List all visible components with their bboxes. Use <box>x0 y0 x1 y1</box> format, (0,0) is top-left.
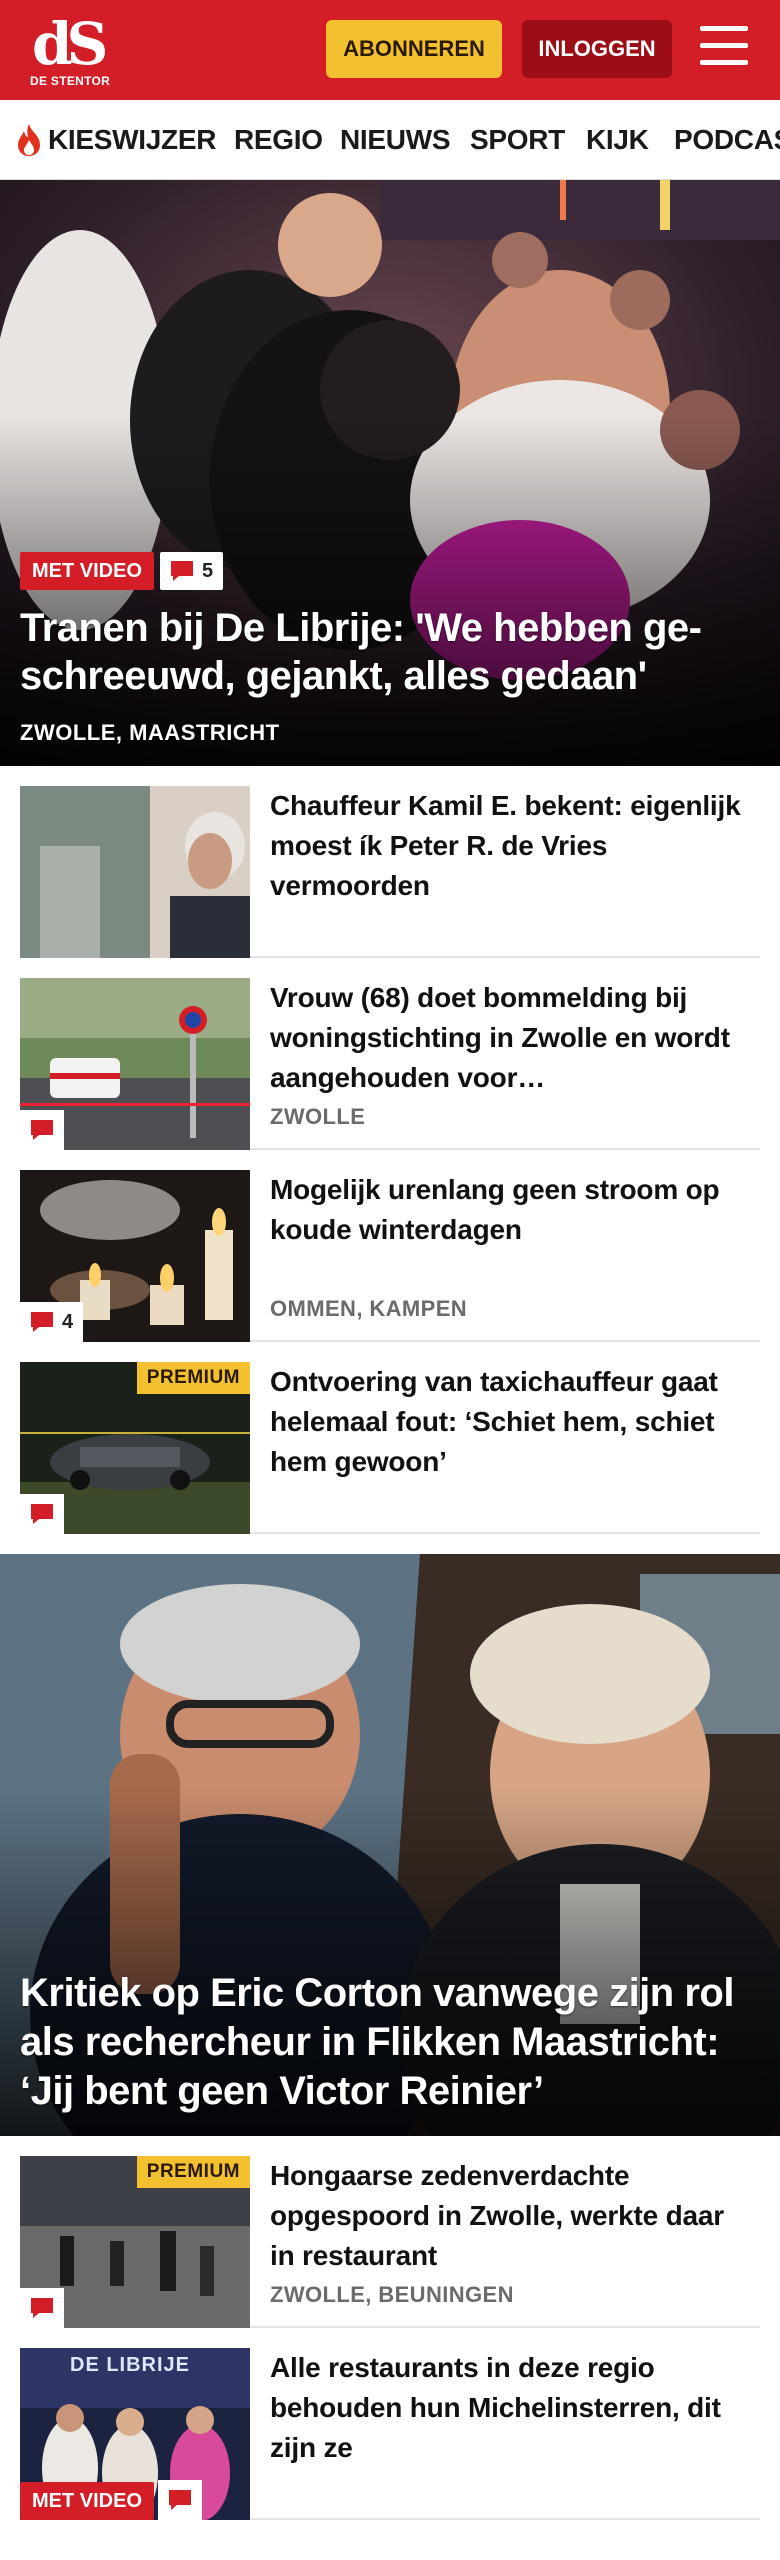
nav-item-kieswijzer[interactable]: KIESWIJZER <box>48 124 216 156</box>
comment-count: 4 <box>62 1310 74 1333</box>
thumb-caption: DE LIBRIJE <box>70 2354 191 2376</box>
article-thumbnail: PREMIUM <box>20 2156 250 2328</box>
comment-badge[interactable] <box>158 2480 202 2520</box>
hero-gradient <box>0 414 780 766</box>
list-item[interactable]: Chauffeur Kamil E. bekent: eigenlijk moe… <box>20 786 760 958</box>
premium-badge: PREMIUM <box>136 2156 250 2188</box>
comment-badge[interactable] <box>20 2288 64 2328</box>
hamburger-menu-icon[interactable] <box>700 26 752 72</box>
list-item[interactable]: PREMIUM Ontvoering van taxichauffeur gaa… <box>20 1362 760 1534</box>
article-thumbnail <box>20 786 250 958</box>
article-title[interactable]: Alle restaurants in deze regio behouden … <box>270 2348 750 2468</box>
flame-icon <box>18 124 40 156</box>
comment-badge[interactable] <box>20 1110 64 1150</box>
list-item[interactable]: DE LIBRIJE MET VIDEO Alle restaurants in… <box>20 2348 760 2520</box>
article-location: ZWOLLE, BEUNINGEN <box>270 2282 514 2307</box>
article-thumbnail: DE LIBRIJE MET VIDEO <box>20 2348 250 2520</box>
comment-count-badge[interactable]: 5 <box>160 552 224 590</box>
logo-subtitle: DE STENTOR <box>30 74 111 88</box>
subscribe-button[interactable]: ABONNEREN <box>326 20 502 78</box>
article-title[interactable]: Vrouw (68) doet bommelding bij woningsti… <box>270 978 750 1098</box>
nav-item-podcast[interactable]: PODCAST <box>674 124 780 156</box>
video-badge: MET VIDEO <box>20 2482 155 2520</box>
nav-item-regio[interactable]: REGIO <box>234 124 323 156</box>
comment-bubble-icon <box>30 1503 54 1525</box>
article-title[interactable]: Ontvoering van taxichauffeur gaat helema… <box>270 1362 750 1482</box>
comment-bubble-icon <box>30 1311 54 1333</box>
comment-bubble-icon <box>30 2297 54 2319</box>
article-thumbnail <box>20 978 250 1150</box>
comment-badge[interactable]: 4 <box>20 1302 84 1342</box>
premium-badge: PREMIUM <box>136 1362 250 1394</box>
top-bar: dS DE STENTOR ABONNEREN INLOGGEN <box>0 0 780 100</box>
nav-item-nieuws[interactable]: NIEUWS <box>340 124 451 156</box>
nav-item-sport[interactable]: SPORT <box>470 124 565 156</box>
nav-item-kijk[interactable]: KIJK <box>586 124 649 156</box>
hero-title[interactable]: Tranen bij De Librije: 'We hebben ge-sch… <box>20 604 760 700</box>
article-title[interactable]: Mogelijk urenlang geen stroom op koude w… <box>270 1170 750 1250</box>
hero-location: ZWOLLE, MAASTRICHT <box>20 720 280 745</box>
article-thumbnail: 4 <box>20 1170 250 1342</box>
hero-article-librije[interactable]: MET VIDEO 5 Tranen bij De Librije: 'We h… <box>0 180 780 766</box>
logo-mark: dS <box>32 10 108 78</box>
comment-bubble-icon <box>30 1119 54 1141</box>
comment-bubble-icon <box>170 560 194 582</box>
hero-title[interactable]: Kritiek op Eric Corton vanwege zijn rol … <box>20 1969 760 2116</box>
hero-article-corton[interactable]: Kritiek op Eric Corton vanwege zijn rol … <box>0 1554 780 2136</box>
list-item[interactable]: PREMIUM Hongaarse zedenverdachte opgespo… <box>20 2156 760 2328</box>
login-button[interactable]: INLOGGEN <box>522 20 672 78</box>
main-navigation: KIESWIJZER REGIO NIEUWS SPORT KIJK PODCA… <box>0 100 780 180</box>
article-location: OMMEN, KAMPEN <box>270 1296 468 1321</box>
comment-count: 5 <box>202 559 214 582</box>
site-logo[interactable]: dS DE STENTOR <box>28 12 128 92</box>
article-title[interactable]: Hongaarse zedenverdachte opgespoord in Z… <box>270 2156 750 2276</box>
video-badge: MET VIDEO <box>20 552 155 590</box>
comment-badge[interactable] <box>20 1494 64 1534</box>
list-item[interactable]: 4 Mogelijk urenlang geen stroom op koude… <box>20 1170 760 1342</box>
comment-bubble-icon <box>168 2489 192 2511</box>
article-thumbnail: PREMIUM <box>20 1362 250 1534</box>
list-item[interactable]: Vrouw (68) doet bommelding bij woningsti… <box>20 978 760 1150</box>
article-location: ZWOLLE <box>270 1104 366 1129</box>
article-title[interactable]: Chauffeur Kamil E. bekent: eigenlijk moe… <box>270 786 750 906</box>
